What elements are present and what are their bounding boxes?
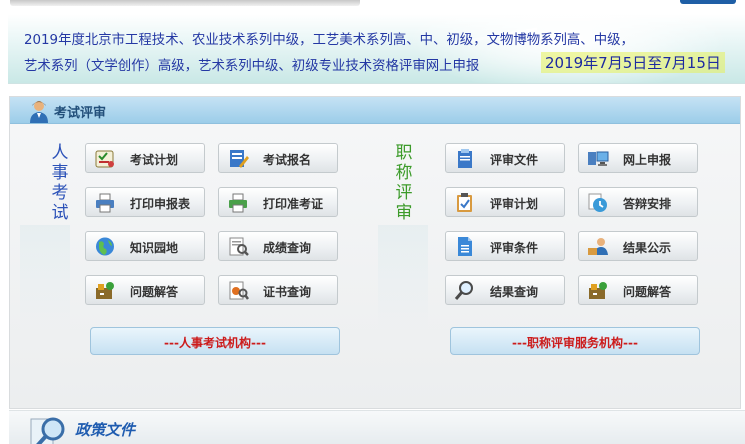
button-label: 结果查询 xyxy=(490,285,539,299)
review-documents-button[interactable]: 评审文件 xyxy=(445,143,565,173)
personnel-exam-label: 人 事 考 试 xyxy=(36,143,84,315)
button-label: 结果公示 xyxy=(623,241,672,255)
printer-icon xyxy=(96,193,114,213)
vertical-char: 职 xyxy=(395,143,413,163)
qa-icon xyxy=(96,282,114,299)
policy-documents-header: 政策文件 xyxy=(9,410,745,444)
button-label: 问题解答 xyxy=(130,285,179,299)
faq-button-left[interactable]: 问题解答 xyxy=(85,275,205,305)
calendar-checklist-icon xyxy=(95,150,114,168)
magnifier-icon xyxy=(30,417,65,444)
button-label: ---人事考试机构--- xyxy=(164,336,266,350)
button-label: 知识园地 xyxy=(130,241,179,255)
score-query-button[interactable]: 成绩查询 xyxy=(218,231,338,261)
document-icon xyxy=(458,149,472,168)
online-application-button[interactable]: 网上申报 xyxy=(578,143,698,173)
print-admission-ticket-button[interactable]: 打印准考证 xyxy=(218,187,338,217)
person-icon xyxy=(30,101,48,123)
banner-line-1: 2019年度北京市工程技术、农业技术系列中级，工艺美术系列高、中、初级，文物博物… xyxy=(24,33,634,48)
edit-form-icon xyxy=(230,150,249,168)
result-query-button[interactable]: 结果查询 xyxy=(445,275,565,305)
vertical-char: 评 xyxy=(395,183,413,203)
print-application-button[interactable]: 打印申报表 xyxy=(85,187,205,217)
vertical-char: 人 xyxy=(51,143,69,163)
button-label: 证书查询 xyxy=(263,285,312,299)
banner-line-2: 艺术系列（文学创作）高级，艺术系列中级、初级专业技术资格评审网上申报 xyxy=(24,59,480,74)
user-announce-icon xyxy=(588,238,608,255)
exam-plan-button[interactable]: 考试计划 xyxy=(85,143,205,173)
defense-schedule-button[interactable]: 答辩安排 xyxy=(578,187,698,217)
panel-header: 考试评审 xyxy=(10,97,740,124)
button-label: 评审条件 xyxy=(490,241,539,255)
banner-date: 2019年7月5日至7月15日 xyxy=(541,52,725,73)
knowledge-garden-button[interactable]: 知识园地 xyxy=(85,231,205,261)
button-label: 答辩安排 xyxy=(623,197,672,211)
vertical-char: 事 xyxy=(51,163,69,183)
exam-registration-button[interactable]: 考试报名 xyxy=(218,143,338,173)
button-label: 打印申报表 xyxy=(130,197,191,211)
vertical-char: 称 xyxy=(395,163,413,183)
top-right-button[interactable] xyxy=(680,0,736,4)
certificate-search-icon xyxy=(229,281,249,300)
button-label: 评审文件 xyxy=(490,153,539,167)
policy-title: 政策文件 xyxy=(75,421,136,439)
button-label: 评审计划 xyxy=(490,197,539,211)
button-label: 考试报名 xyxy=(263,153,312,167)
vertical-char: 考 xyxy=(51,183,69,203)
button-label: 网上申报 xyxy=(623,153,672,167)
title-review-agency-button[interactable]: ---职称评审服务机构--- xyxy=(450,327,700,355)
top-nav-tab[interactable] xyxy=(10,0,360,6)
qa-icon xyxy=(589,282,607,299)
result-announcement-button[interactable]: 结果公示 xyxy=(578,231,698,261)
computer-icon xyxy=(588,151,609,166)
vertical-char: 试 xyxy=(51,203,69,223)
panel-title: 考试评审 xyxy=(54,106,107,121)
globe-icon xyxy=(96,237,114,256)
score-search-icon xyxy=(229,237,249,256)
personnel-exam-agency-button[interactable]: ---人事考试机构--- xyxy=(90,327,340,355)
printer-icon xyxy=(229,193,247,213)
file-icon xyxy=(458,237,472,256)
review-conditions-button[interactable]: 评审条件 xyxy=(445,231,565,261)
review-plan-button[interactable]: 评审计划 xyxy=(445,187,565,217)
certificate-query-button[interactable]: 证书查询 xyxy=(218,275,338,305)
clipboard-icon xyxy=(457,193,472,212)
magnifier-icon xyxy=(454,281,473,300)
faq-button-right[interactable]: 问题解答 xyxy=(578,275,698,305)
exam-review-panel: 考试评审 人 事 考 试 职 称 评 审 考试计划 考试报名 打印申报表 打印准… xyxy=(9,96,741,409)
announcement-banner[interactable]: 2019年度北京市工程技术、农业技术系列中级，工艺美术系列高、中、初级，文物博物… xyxy=(8,14,745,84)
button-label: 打印准考证 xyxy=(263,197,324,211)
title-review-label: 职 称 评 审 xyxy=(380,143,428,315)
button-label: 考试计划 xyxy=(130,153,179,167)
button-label: ---职称评审服务机构--- xyxy=(512,336,638,350)
button-label: 成绩查询 xyxy=(263,241,312,255)
vertical-char: 审 xyxy=(395,203,413,223)
clock-icon xyxy=(588,193,607,212)
button-label: 问题解答 xyxy=(623,285,672,299)
